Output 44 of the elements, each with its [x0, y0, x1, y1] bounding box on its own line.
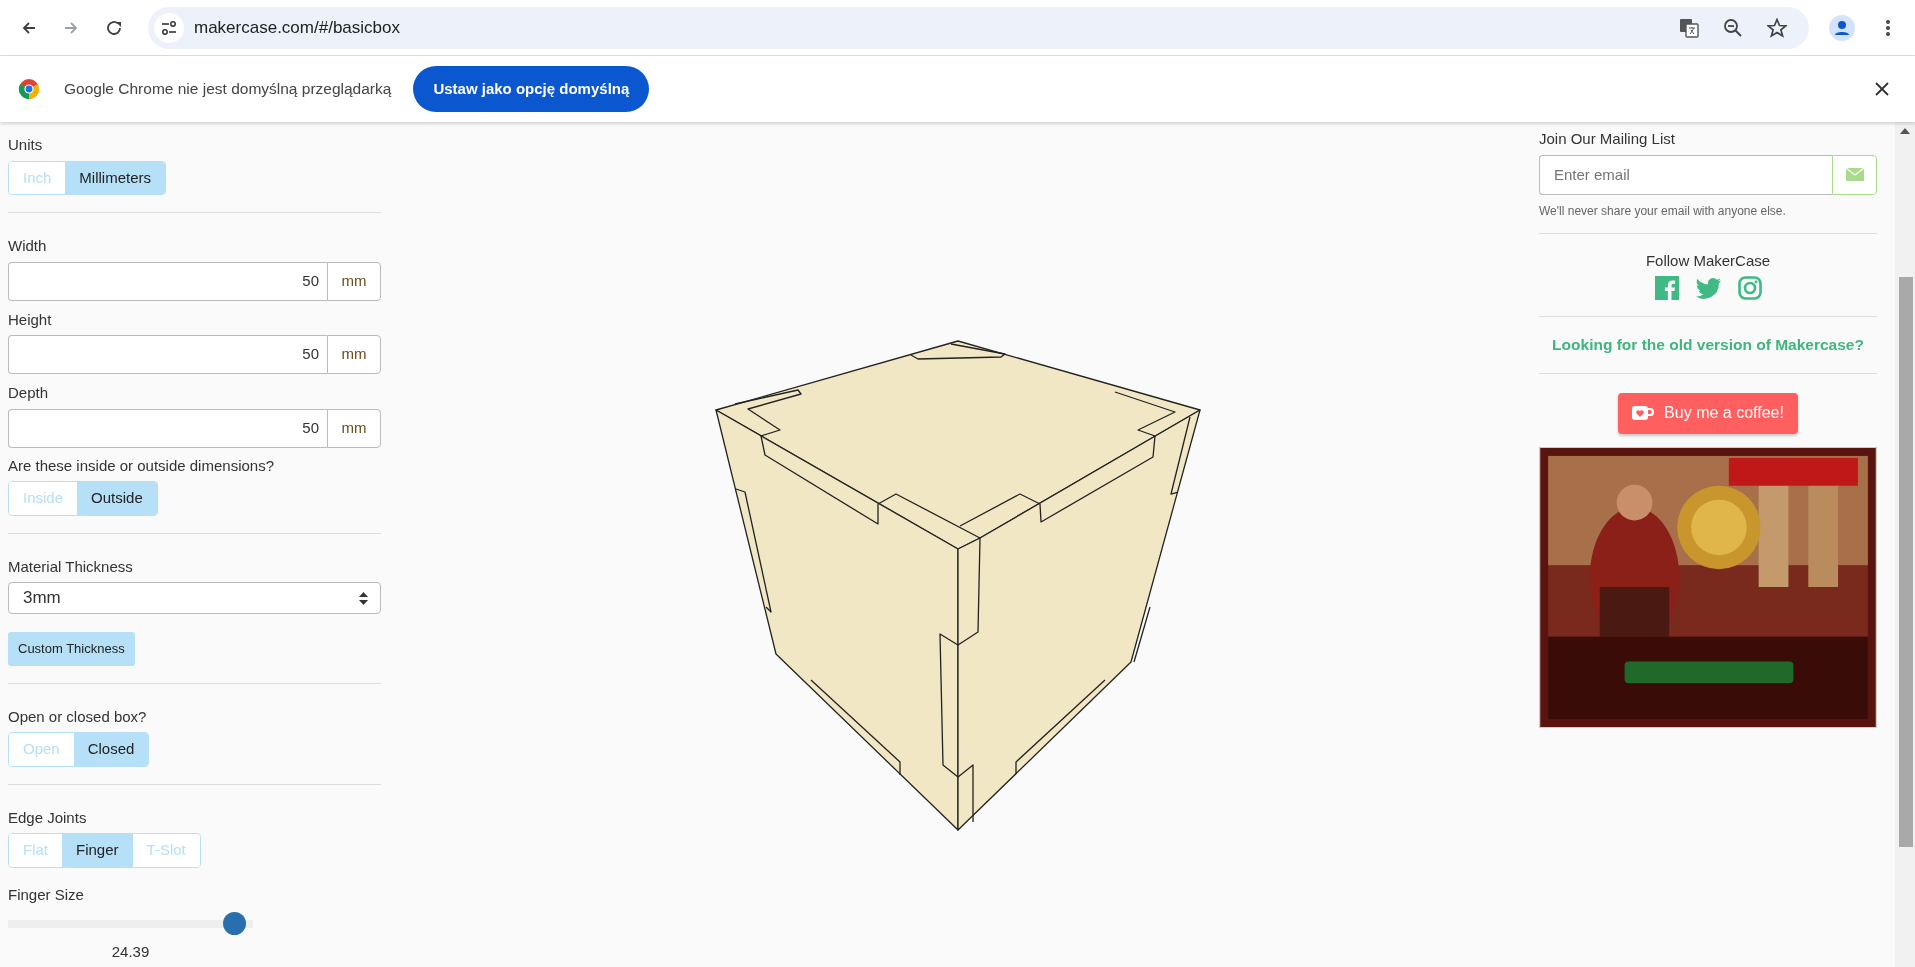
- follow-title: Follow MakerCase: [1644, 250, 1772, 271]
- thickness-select[interactable]: 3mm: [8, 582, 381, 614]
- chrome-logo-icon: [18, 78, 40, 100]
- url-text: makercase.com/#/basicbox: [194, 16, 401, 39]
- unit-label: mm: [327, 261, 381, 301]
- email-field[interactable]: Enter email: [1539, 154, 1832, 195]
- scrollbar-thumb[interactable]: [1899, 277, 1913, 847]
- field-label: Units: [8, 135, 44, 155]
- set-default-button[interactable]: Ustaw jako opcję domyślną: [413, 66, 650, 112]
- custom-thickness-button[interactable]: Custom Thickness: [8, 632, 135, 666]
- site-settings-icon[interactable]: [161, 20, 177, 35]
- profile-avatar-icon[interactable]: [1829, 14, 1855, 41]
- email-note: We'll never share your email with anyone else.: [1539, 202, 1787, 220]
- slider-thumb[interactable]: [223, 912, 247, 935]
- mailing-list-title: Join Our Mailing List: [1539, 129, 1676, 149]
- field-label: Height: [8, 309, 53, 330]
- field-label: Are these inside or outside dimensions?: [8, 455, 275, 476]
- unit-label: mm: [327, 408, 381, 448]
- envelope-icon: [1845, 168, 1864, 181]
- more-menu-icon[interactable]: [1885, 18, 1891, 37]
- toggle-option[interactable]: Outside: [77, 482, 157, 515]
- field-label: Open or closed box?: [8, 706, 148, 727]
- number-field[interactable]: 50: [8, 335, 327, 374]
- field-label: Finger Size: [8, 884, 85, 905]
- unit-label: mm: [327, 335, 381, 374]
- field-label: Material Thickness: [8, 556, 134, 577]
- zoom-out-icon[interactable]: [1723, 17, 1743, 38]
- toggle-option[interactable]: Finger: [62, 834, 133, 867]
- sort-caret-icon: [359, 591, 368, 605]
- slider-value: 24.39: [110, 942, 151, 962]
- field-label: Edge Joints: [8, 807, 88, 828]
- infobar-message: Google Chrome nie jest domyślną przeglądarką: [64, 79, 392, 100]
- field-label: Depth: [8, 383, 50, 403]
- field-label: Width: [8, 236, 48, 256]
- scroll-up-icon[interactable]: [1900, 128, 1910, 134]
- close-icon[interactable]: [1875, 82, 1889, 96]
- number-field[interactable]: 50: [8, 408, 327, 448]
- coffee-cup-icon: [1632, 405, 1655, 421]
- translate-icon[interactable]: [1679, 17, 1699, 38]
- address-bar[interactable]: makercase.com/#/basicbox: [148, 6, 1809, 49]
- toggle-option[interactable]: Millimeters: [65, 161, 166, 194]
- toggle-option[interactable]: Closed: [73, 733, 149, 766]
- star-icon[interactable]: [1767, 17, 1787, 38]
- number-field[interactable]: 50: [8, 261, 327, 301]
